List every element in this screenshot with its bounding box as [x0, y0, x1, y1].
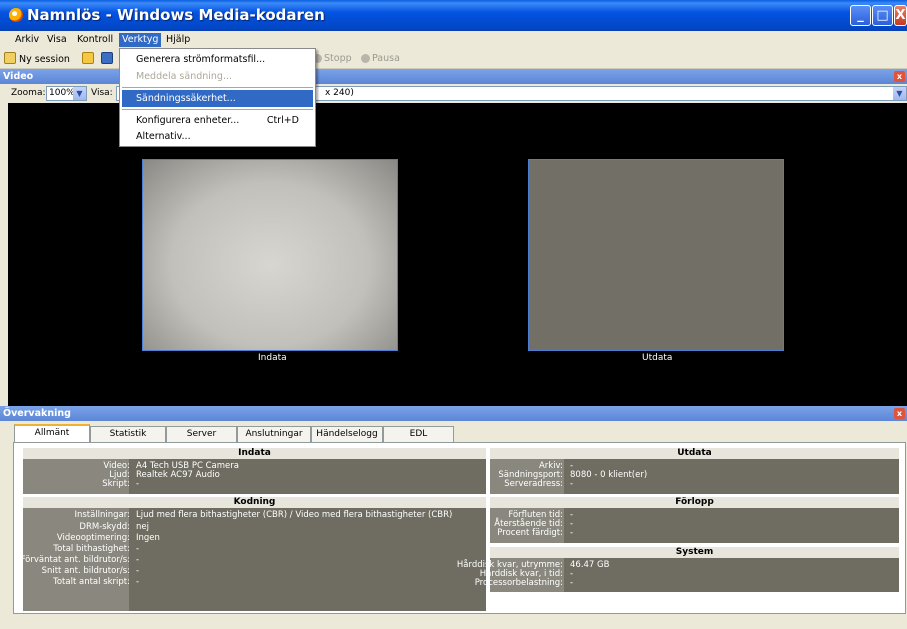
cpu-load-value: -	[570, 578, 574, 588]
drm-value: nej	[136, 522, 149, 532]
menu-verktyg[interactable]: Verktyg	[119, 33, 162, 47]
pause-icon	[361, 54, 370, 63]
output-video-frame	[528, 159, 784, 351]
menu-generate-stream-format[interactable]: Generera strömformatsfil...	[122, 51, 313, 68]
minimize-button[interactable]: _	[850, 5, 871, 26]
save-button[interactable]	[101, 52, 116, 66]
system-header: System	[490, 547, 899, 558]
menu-kontroll[interactable]: Kontroll	[74, 33, 116, 47]
tab-edl[interactable]: EDL	[383, 426, 454, 442]
video-pane-close-icon[interactable]: x	[894, 71, 905, 82]
video-pane-title: Video	[3, 71, 34, 82]
forlopp-header: Förlopp	[490, 497, 899, 508]
chevron-down-icon: ▼	[893, 87, 906, 100]
video-area: Indata Utdata	[8, 103, 907, 406]
menu-broadcast-security[interactable]: Sändningssäkerhet...	[122, 90, 313, 107]
total-scripts-label: Totalt antal skript:	[53, 577, 130, 587]
settings-value: Ljud med flera bithastigheter (CBR) / Vi…	[136, 510, 453, 520]
monitor-pane: Allmänt Statistik Server Anslutningar Hä…	[8, 421, 907, 617]
menu-hjalp[interactable]: Hjälp	[163, 33, 193, 47]
new-session-button[interactable]: Ny session	[4, 52, 70, 66]
kodning-header: Kodning	[23, 497, 486, 508]
close-button[interactable]: X	[894, 5, 907, 26]
expected-fps-value: -	[136, 555, 140, 565]
video-optimization-label: Videooptimering:	[56, 533, 130, 543]
menu-announce-broadcast: Meddela sändning...	[136, 71, 233, 82]
view-label: Visa:	[91, 88, 113, 98]
save-icon	[101, 52, 113, 64]
kodning-section: Kodning Inställningar: Ljud med flera bi…	[20, 497, 486, 611]
average-fps-value: -	[136, 566, 140, 576]
percent-done-label: Procent färdigt:	[497, 528, 563, 538]
maximize-button[interactable]: □	[872, 5, 893, 26]
monitor-pane-close-icon[interactable]: x	[894, 408, 905, 419]
percent-done-value: -	[570, 528, 574, 538]
zoom-select[interactable]: 100% ▼	[46, 86, 87, 101]
script-label: Skript:	[102, 479, 130, 489]
tab-handelselogg[interactable]: Händelselogg	[311, 426, 383, 442]
expected-fps-label: Förväntat ant. bildrutor/s:	[20, 555, 130, 565]
zoom-label: Zooma:	[11, 88, 46, 98]
general-tab-panel: Indata Video: A4 Tech USB PC Camera Ljud…	[13, 442, 906, 614]
chevron-down-icon: ▼	[73, 87, 86, 100]
stop-button[interactable]: Stopp	[313, 52, 352, 66]
menu-configure-devices[interactable]: Konfigurera enheter... Ctrl+D	[122, 112, 313, 129]
output-caption: Utdata	[642, 353, 673, 363]
input-video-frame	[142, 159, 398, 351]
menu-separator	[122, 109, 313, 110]
open-button[interactable]	[82, 52, 97, 66]
average-fps-label: Snitt ant. bildrutor/s:	[41, 566, 130, 576]
drm-label: DRM-skydd:	[79, 522, 130, 532]
server-address-value: -	[570, 479, 574, 489]
total-bitrate-value: -	[136, 544, 140, 554]
broadcast-port-value: 8080 - 0 klient(er)	[570, 470, 648, 480]
server-address-label: Serveradress:	[504, 479, 563, 489]
total-bitrate-label: Total bithastighet:	[53, 544, 130, 554]
verktyg-dropdown-menu: Generera strömformatsfil... Meddela sänd…	[119, 48, 316, 147]
forlopp-section: Förlopp Förfluten tid: - Återstående tid…	[490, 497, 899, 543]
menu-visa[interactable]: Visa	[44, 33, 70, 47]
cpu-load-label: Processorbelastning:	[474, 578, 563, 588]
utdata-header: Utdata	[490, 448, 899, 459]
menu-bar: Arkiv Visa Kontroll Verktyg Hjälp	[0, 31, 907, 48]
utdata-section: Utdata Arkiv: - Sändningsport: 8080 - 0 …	[490, 448, 899, 494]
title-bar: Namnlös - Windows Media-kodaren _ □ X	[0, 0, 907, 31]
total-scripts-value: -	[136, 577, 140, 587]
window-title: Namnlös - Windows Media-kodaren	[27, 6, 325, 24]
tab-server[interactable]: Server	[166, 426, 237, 442]
pause-button[interactable]: Pausa	[361, 52, 400, 66]
indata-section: Indata Video: A4 Tech USB PC Camera Ljud…	[23, 448, 486, 494]
menu-options[interactable]: Alternativ...	[122, 128, 313, 145]
audio-value: Realtek AC97 Audio	[136, 470, 220, 480]
new-session-icon	[4, 52, 16, 64]
monitor-pane-header: Övervakning x	[0, 406, 907, 421]
system-section: System Hårddisk kvar, utrymme: 46.47 GB …	[457, 547, 899, 592]
monitor-pane-title: Övervakning	[3, 408, 71, 419]
tab-allmant[interactable]: Allmänt	[14, 424, 90, 443]
indata-header: Indata	[23, 448, 486, 459]
status-bar	[0, 617, 907, 629]
settings-label: Inställningar:	[74, 510, 130, 520]
video-optimization-value: Ingen	[136, 533, 160, 543]
input-caption: Indata	[258, 353, 287, 363]
folder-icon	[82, 52, 94, 64]
media-encoder-icon	[9, 8, 23, 22]
menu-arkiv[interactable]: Arkiv	[12, 33, 42, 47]
tab-statistik[interactable]: Statistik	[90, 426, 166, 442]
disk-space-value: 46.47 GB	[570, 560, 610, 570]
menu-separator	[122, 87, 313, 88]
script-value: -	[136, 479, 140, 489]
tab-anslutningar[interactable]: Anslutningar	[237, 426, 311, 442]
